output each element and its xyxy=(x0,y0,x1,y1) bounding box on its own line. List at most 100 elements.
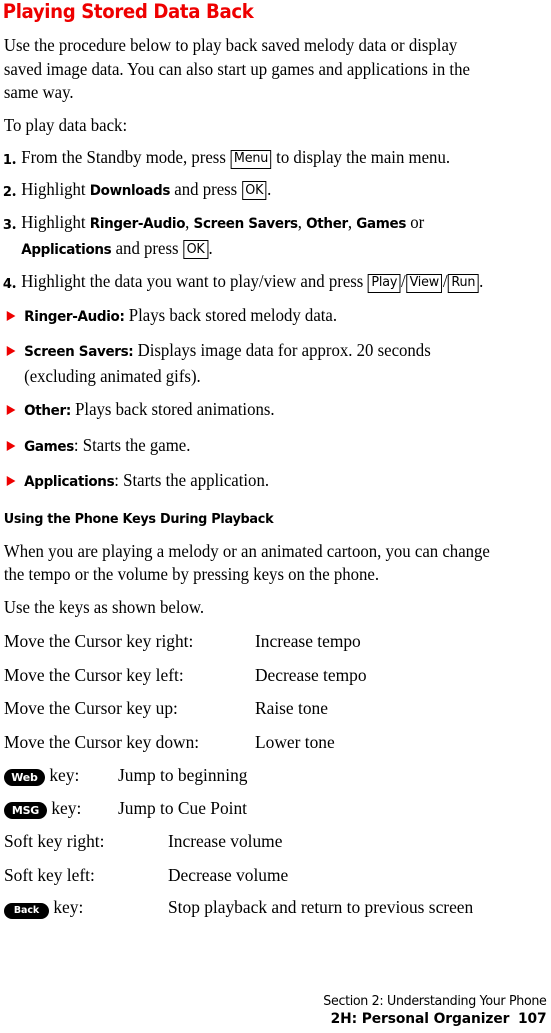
step-text-pre: Highlight the data you want to play/view… xyxy=(21,271,364,291)
step-text-mid: and press xyxy=(174,178,238,199)
spacer-row xyxy=(0,854,473,864)
conjunction: or xyxy=(410,212,425,232)
key-ok[interactable]: OK xyxy=(241,181,267,200)
step-number: 4. xyxy=(2,272,17,292)
step-4: 4. Highlight the data you want to play/vi… xyxy=(0,270,532,294)
bullet-description: Plays back stored animations. xyxy=(70,399,275,419)
key-suffix: key: xyxy=(47,797,82,818)
spacer-cell xyxy=(0,654,367,664)
triangle-bullet-icon xyxy=(6,440,16,451)
key-label: Web key: xyxy=(0,764,118,788)
table-row: Move the Cursor key up: Raise tone xyxy=(0,697,367,721)
step-number: 2. xyxy=(2,179,17,200)
key-suffix: key: xyxy=(45,765,80,785)
step-2: 2. Highlight Downloads and press OK. xyxy=(0,178,532,204)
bullet-term: Other: xyxy=(24,403,71,419)
key-label: Soft key right: xyxy=(4,831,105,851)
spacer-row xyxy=(0,887,473,896)
key-label: Move the Cursor key left: xyxy=(4,664,184,685)
key-view[interactable]: View xyxy=(406,273,443,293)
key-label: Move the Cursor key down: xyxy=(4,731,200,752)
triangle-bullet-icon xyxy=(6,405,16,415)
key-play[interactable]: Play xyxy=(368,273,401,293)
spacer-cell xyxy=(0,721,367,731)
subsection-paragraph-1: When you are playing a melody or an anim… xyxy=(3,540,490,585)
key-action: Stop playback and return to previous scr… xyxy=(168,897,474,917)
triangle-bullet-icon xyxy=(6,310,16,321)
menu-item-downloads: Downloads xyxy=(89,182,171,199)
spacer-row xyxy=(0,687,367,697)
spacer-row xyxy=(0,654,367,664)
menu-item-other: Other xyxy=(306,216,348,232)
back-key-badge[interactable]: Back xyxy=(4,903,49,919)
table-row: Move the Cursor key left: Decrease tempo xyxy=(0,664,367,688)
separator: , xyxy=(347,212,353,232)
menu-item-applications: Applications xyxy=(21,241,112,258)
step-text-post: . xyxy=(479,271,484,291)
web-key-badge[interactable]: Web xyxy=(4,769,45,786)
list-item: Ringer-Audio: Plays back stored melody d… xyxy=(0,304,532,330)
step-1: 1. From the Standby mode, press Menu to d… xyxy=(0,146,532,170)
triangle-bullet-icon xyxy=(6,346,16,356)
step-text-pre: Highlight xyxy=(21,212,86,232)
intro-paragraph: Use the procedure below to play back sav… xyxy=(3,35,470,102)
list-item: Other: Plays back stored animations. xyxy=(0,398,532,424)
subsection-heading: Using the Phone Keys During Playback xyxy=(3,510,274,527)
footer-chapter-line: 2H: Personal Organizer 107 xyxy=(324,1010,547,1029)
table-row: Web key: Jump to beginning xyxy=(0,764,247,788)
feature-bullet-list: Ringer-Audio: Plays back stored melody d… xyxy=(0,304,551,495)
key-label: MSG key: xyxy=(0,797,118,821)
soft-key-table: Soft key right: Increase volume Soft key… xyxy=(0,830,473,920)
table-row: Move the Cursor key down: Lower tone xyxy=(0,731,367,755)
triangle-bullet-icon xyxy=(6,476,16,486)
bullet-description: : Starts the game. xyxy=(73,434,191,455)
spacer-cell xyxy=(0,687,367,697)
spacer-row xyxy=(0,788,247,797)
key-label: Back key: xyxy=(0,896,168,920)
menu-item-screen-savers: Screen Savers xyxy=(193,216,299,232)
footer-section: Section 2: Understanding Your Phone xyxy=(323,994,548,1009)
separator: , xyxy=(185,212,190,232)
key-run[interactable]: Run xyxy=(448,273,479,293)
table-row: Move the Cursor key right: Increase temp… xyxy=(0,630,367,654)
key-action: Jump to Cue Point xyxy=(118,797,247,818)
bullet-term: Ringer-Audio: xyxy=(24,308,125,325)
page-title: Playing Stored Data Back xyxy=(2,0,254,23)
key-label: Move the Cursor key right: xyxy=(4,631,194,651)
footer-chapter: 2H: Personal Organizer xyxy=(331,1011,510,1027)
bullet-term: Games xyxy=(24,438,74,455)
footer-page-number: 107 xyxy=(518,1011,547,1027)
key-action: Increase tempo xyxy=(255,631,361,651)
pill-key-table: Web key: Jump to beginning MSG key: Jump… xyxy=(0,764,247,820)
step-text-post: . xyxy=(208,237,213,258)
table-row: Soft key right: Increase volume xyxy=(0,830,473,854)
menu-item-games: Games xyxy=(356,216,407,232)
bullet-description: : Starts the application. xyxy=(114,470,270,490)
step-3: 3. Highlight Ringer-Audio, Screen Savers,… xyxy=(0,211,532,262)
cursor-key-table: Move the Cursor key right: Increase temp… xyxy=(0,630,367,754)
separator: , xyxy=(297,212,302,232)
page-footer: Section 2: Understanding Your Phone 2H: … xyxy=(314,993,548,1029)
key-menu[interactable]: Menu xyxy=(230,149,272,169)
key-ok[interactable]: OK xyxy=(183,240,208,259)
key-suffix: key: xyxy=(49,897,84,917)
key-action: Increase volume xyxy=(168,831,283,851)
spacer-row xyxy=(0,721,367,731)
msg-key-badge[interactable]: MSG xyxy=(4,801,47,819)
step-number: 1. xyxy=(2,148,17,168)
slash-separator: / xyxy=(401,271,406,291)
key-action: Jump to beginning xyxy=(118,765,248,785)
key-label: Move the Cursor key up: xyxy=(4,698,178,718)
